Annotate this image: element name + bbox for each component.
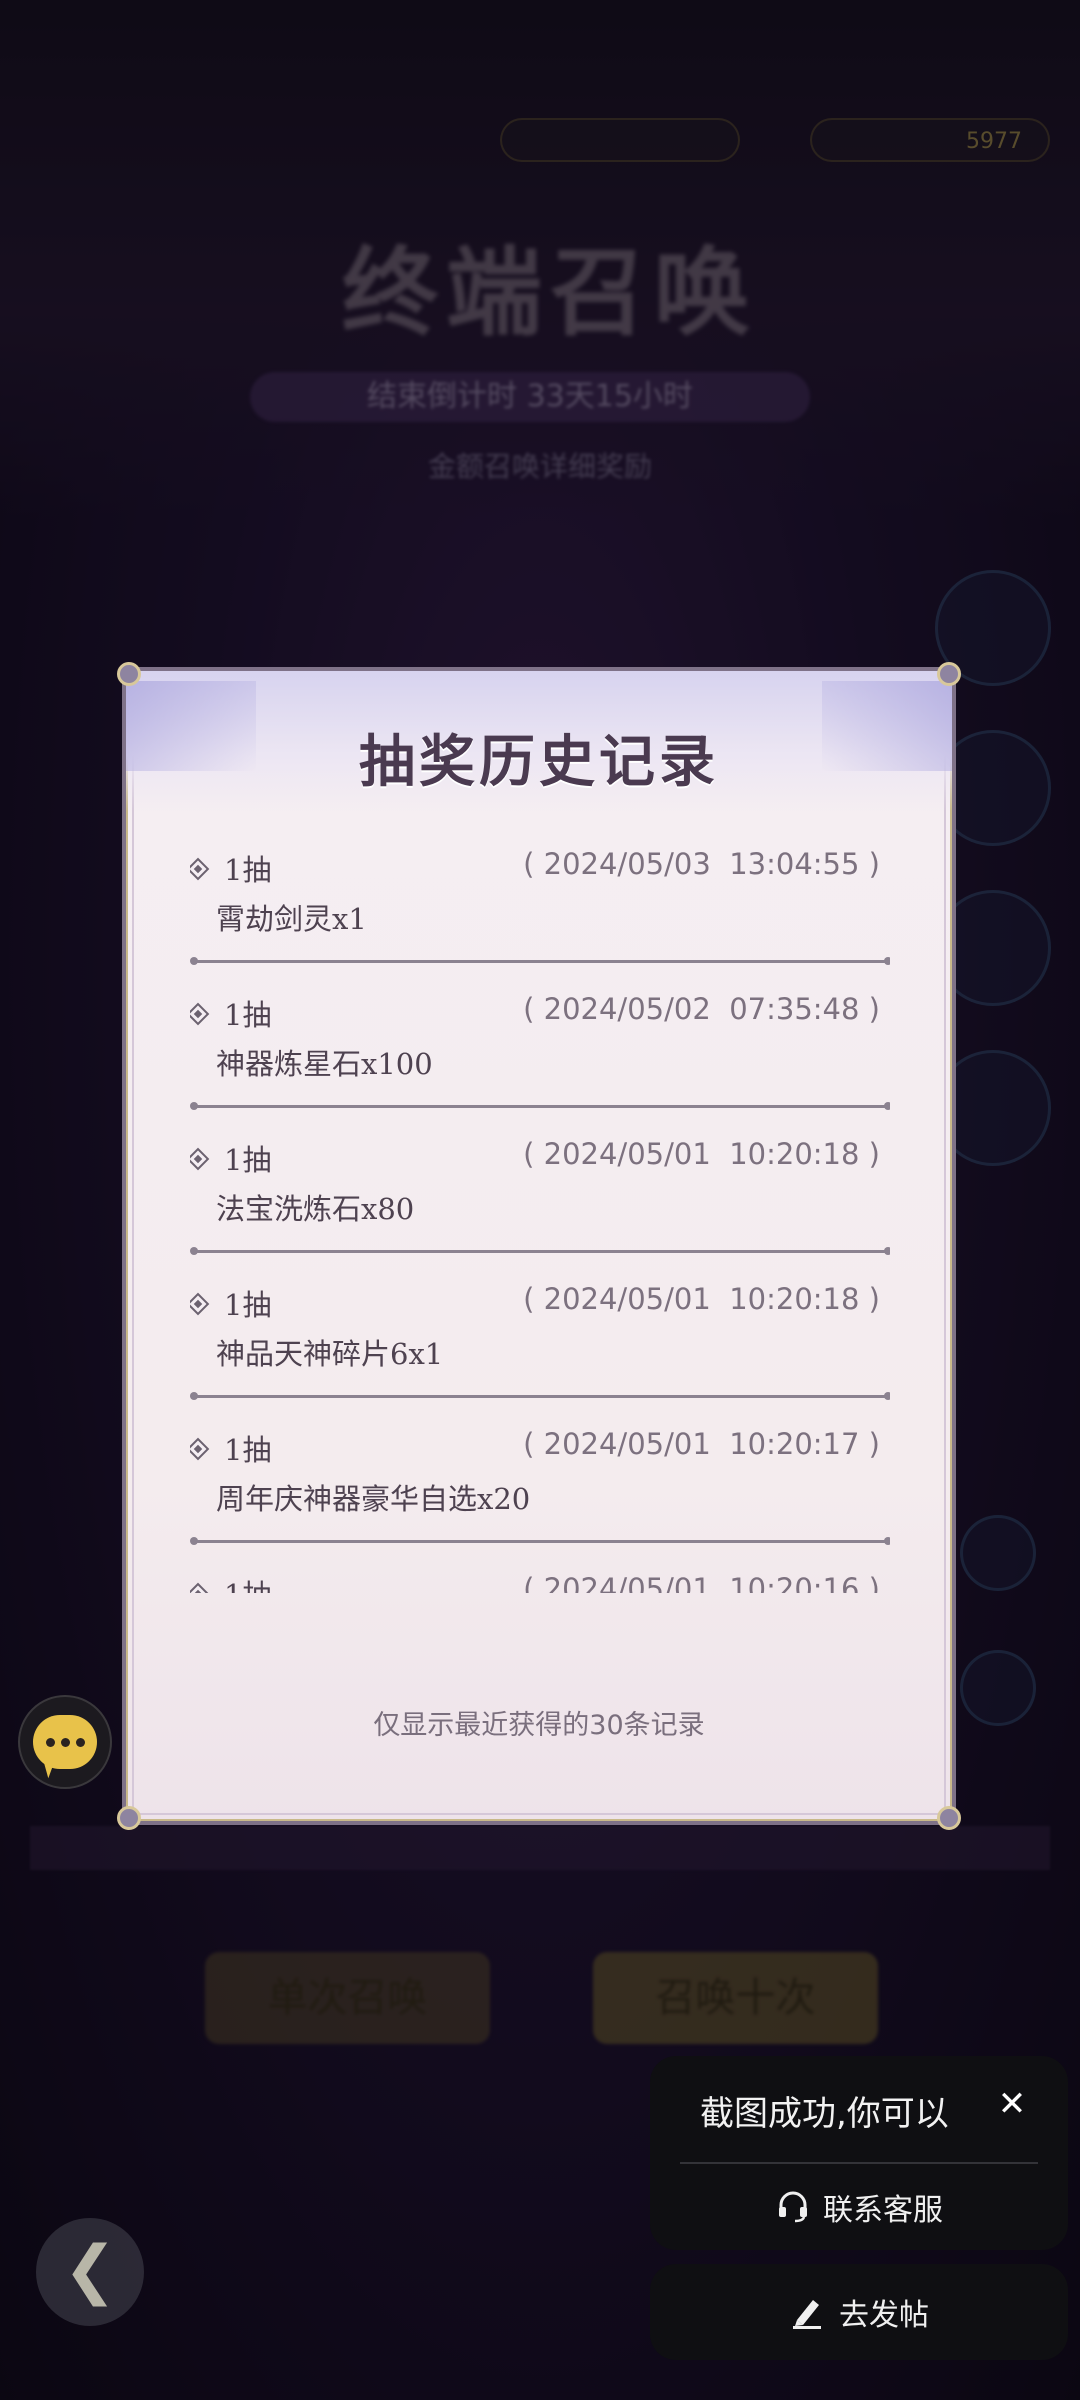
- record-draws: 1抽: [224, 1433, 272, 1467]
- record-item: 1抽 ( 2024/05/01 10:20:18 ) 法宝洗炼石x80: [190, 1123, 890, 1268]
- diamond-bullet-icon: [190, 1437, 210, 1461]
- record-draws: 1抽: [224, 853, 272, 887]
- headset-icon: [779, 2191, 807, 2223]
- record-divider: [190, 1537, 890, 1545]
- record-divider: [190, 1392, 890, 1400]
- back-arrow-icon: ❮: [63, 2233, 117, 2307]
- record-item-name: 神品天神碎片6x1: [216, 1337, 444, 1371]
- toast-divider: [680, 2162, 1038, 2164]
- corner-ornament: [937, 662, 961, 686]
- draw-history-dialog: 抽奖历史记录 1抽 ( 2024/05/03 13:04:55 ) 霄劫剑灵x1…: [117, 662, 961, 1830]
- corner-ornament: [117, 1806, 141, 1830]
- record-time: ( 2024/05/01 10:20:18 ): [523, 1137, 880, 1171]
- record-divider: [190, 1247, 890, 1255]
- diamond-bullet-icon: [190, 1292, 210, 1316]
- record-draws: 1抽: [224, 998, 272, 1032]
- record-draws: 1抽: [224, 1143, 272, 1177]
- record-item: 1抽 ( 2024/05/01 10:20:17 ) 周年庆神器豪华自选x20: [190, 1413, 890, 1558]
- screenshot-toast: 截图成功,你可以 ✕ 联系客服: [650, 2056, 1068, 2250]
- pencil-icon: [793, 2300, 821, 2329]
- record-time: ( 2024/05/01 10:20:18 ): [523, 1282, 880, 1316]
- record-time: ( 2024/05/01 10:20:16 ): [523, 1572, 880, 1593]
- record-item: 1抽 ( 2024/05/03 13:04:55 ) 霄劫剑灵x1: [190, 833, 890, 978]
- record-list[interactable]: 1抽 ( 2024/05/03 13:04:55 ) 霄劫剑灵x1 1抽 ( 2…: [190, 833, 890, 1593]
- record-time: ( 2024/05/02 07:35:48 ): [523, 992, 880, 1026]
- corner-ornament: [937, 1806, 961, 1830]
- record-draws: 1抽: [224, 1288, 272, 1322]
- close-icon[interactable]: ✕: [992, 2084, 1032, 2124]
- record-draws: 1抽: [224, 1572, 271, 1593]
- post-button[interactable]: 去发帖: [650, 2264, 1068, 2360]
- record-item-name: 霄劫剑灵x1: [216, 902, 367, 936]
- post-button-label: 去发帖: [839, 2298, 929, 2333]
- corner-ornament: [117, 662, 141, 686]
- record-item-name: 周年庆神器豪华自选x20: [216, 1482, 531, 1516]
- contact-service-button[interactable]: 联系客服: [650, 2182, 1068, 2232]
- chat-bubble-button[interactable]: [18, 1695, 112, 1789]
- record-item-name: 神器炼星石x100: [216, 1047, 433, 1081]
- chat-icon: [33, 1715, 97, 1769]
- toast-message: 截图成功,你可以: [700, 2094, 949, 2134]
- back-button[interactable]: ❮: [36, 2218, 144, 2326]
- record-item: 1抽 ( 2024/05/02 07:35:48 ) 神器炼星石x100: [190, 978, 890, 1123]
- record-divider: [190, 1102, 890, 1110]
- record-time: ( 2024/05/01 10:20:17 ): [523, 1427, 880, 1461]
- record-item: 1抽 ( 2024/05/01 10:20:16 ): [190, 1558, 890, 1593]
- diamond-bullet-icon: [190, 1582, 210, 1593]
- contact-service-label: 联系客服: [823, 2193, 943, 2228]
- record-divider: [190, 957, 890, 965]
- dialog-note: 仅显示最近获得的30条记录: [373, 1710, 705, 1741]
- dialog-title: 抽奖历史记录: [359, 729, 719, 795]
- record-time: ( 2024/05/03 13:04:55 ): [523, 847, 880, 881]
- record-item-name: 法宝洗炼石x80: [216, 1192, 415, 1226]
- diamond-bullet-icon: [190, 1147, 210, 1171]
- diamond-bullet-icon: [190, 857, 210, 881]
- record-item: 1抽 ( 2024/05/01 10:20:18 ) 神品天神碎片6x1: [190, 1268, 890, 1413]
- diamond-bullet-icon: [190, 1002, 210, 1026]
